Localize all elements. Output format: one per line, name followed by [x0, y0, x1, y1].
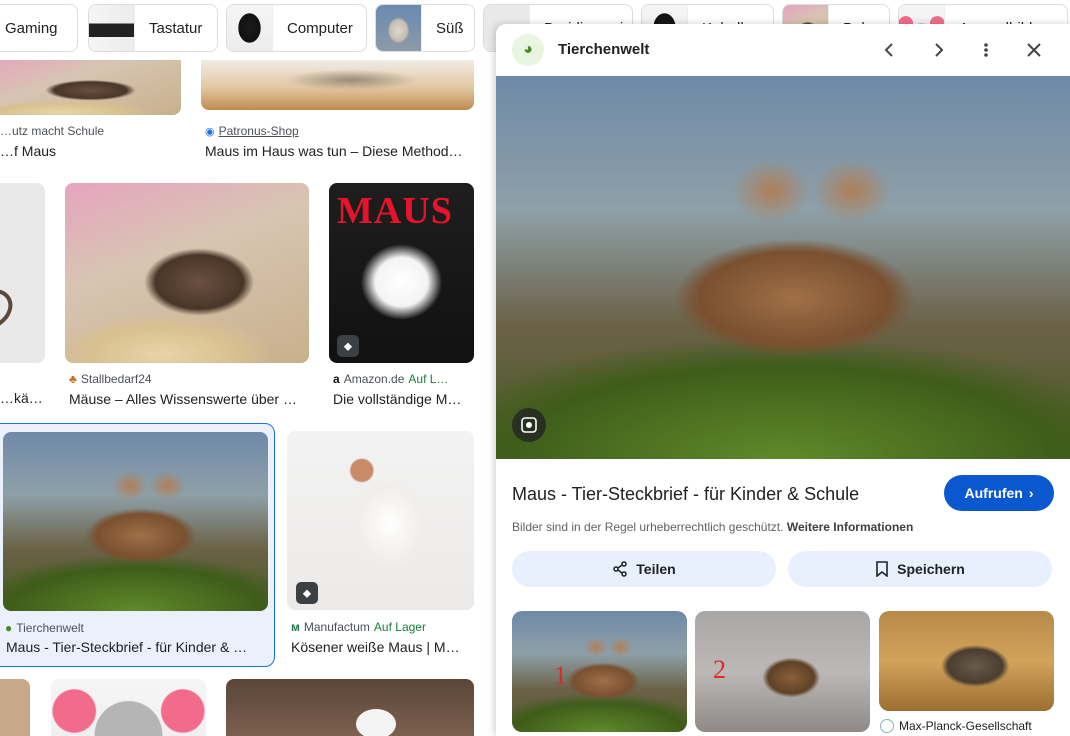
- result-source[interactable]: ◉ Patronus-Shop: [205, 124, 475, 138]
- preview-title[interactable]: Maus - Tier-Steckbrief - für Kinder & Sc…: [512, 484, 859, 505]
- chip-suess[interactable]: Süß: [375, 4, 475, 52]
- site-favicon-icon: ᴍ: [291, 620, 300, 634]
- site-favicon-icon: ♣: [69, 372, 77, 386]
- stock-status: Auf Lager: [373, 620, 426, 634]
- chevron-left-icon[interactable]: [876, 36, 904, 64]
- share-icon: [613, 561, 628, 577]
- result-image[interactable]: [65, 183, 309, 363]
- frog-favicon-icon: ◕: [512, 34, 544, 66]
- visit-button[interactable]: Aufrufen ›: [944, 475, 1054, 511]
- result-image[interactable]: [0, 679, 30, 736]
- chip-label: Tastatur: [149, 19, 203, 37]
- result-title[interactable]: Mäuse – Alles Wissenswerte über …: [69, 391, 309, 407]
- more-vert-icon[interactable]: [972, 36, 1000, 64]
- chip-tastatur[interactable]: Tastatur: [88, 4, 218, 52]
- location-pin-icon: ◉: [205, 125, 215, 138]
- source-name: …utz macht Schule: [0, 124, 105, 138]
- book-cover-title: MAUS: [337, 190, 453, 232]
- source-name: Patronus-Shop: [218, 124, 299, 138]
- site-favicon-icon: [880, 719, 894, 733]
- bookmark-icon: [876, 561, 888, 577]
- result-image[interactable]: [0, 183, 45, 363]
- result-source: ● Tierchenwelt: [5, 621, 265, 635]
- price-tag-icon: ⬥: [337, 335, 359, 357]
- share-label: Teilen: [636, 561, 676, 577]
- result-title[interactable]: Maus - Tier-Steckbrief - für Kinder & …: [6, 639, 261, 655]
- chip-label: Computer: [287, 19, 353, 37]
- chevron-right-icon: ›: [1028, 485, 1034, 501]
- chevron-right-icon[interactable]: [924, 36, 952, 64]
- chip-gaming[interactable]: Gaming: [0, 4, 78, 52]
- result-image[interactable]: [51, 679, 206, 736]
- source-name: Max-Planck-Gesellschaft: [899, 719, 1032, 733]
- result-source: a Amazon.de Auf L…: [333, 372, 474, 386]
- cable-illustration: [0, 289, 13, 326]
- selected-result-card[interactable]: ● Tierchenwelt Maus - Tier-Steckbrief - …: [0, 423, 275, 667]
- preview-image[interactable]: [496, 76, 1070, 459]
- source-name: Stallbedarf24: [80, 372, 152, 386]
- annotation-number: 1: [554, 661, 567, 690]
- source-name: Amazon.de: [343, 372, 405, 386]
- chip-computer[interactable]: Computer: [226, 4, 367, 52]
- price-tag-icon: ⬥: [296, 582, 318, 604]
- chip-thumbnail: [376, 5, 422, 51]
- result-title[interactable]: …käm…: [0, 390, 45, 406]
- chip-thumbnail: [89, 5, 135, 51]
- result-image[interactable]: [0, 60, 181, 115]
- result-image[interactable]: ⬥: [287, 431, 474, 610]
- panel-site-name[interactable]: Tierchenwelt: [558, 41, 649, 58]
- panel-header: ◕ Tierchenwelt: [496, 24, 1070, 76]
- copyright-notice: Bilder sind in der Regel urheberrechtlic…: [512, 520, 913, 534]
- result-source: ♣ Stallbedarf24: [69, 372, 309, 386]
- result-title[interactable]: Die vollständige M…: [333, 391, 474, 407]
- chip-label: Gaming: [5, 19, 58, 37]
- result-title[interactable]: Maus im Haus was tun – Diese Method…: [205, 143, 475, 159]
- related-image[interactable]: 1: [512, 611, 687, 732]
- result-image[interactable]: [3, 432, 268, 611]
- image-preview-panel: ◕ Tierchenwelt Maus - Tier-Steckbrief - …: [496, 24, 1070, 736]
- result-title[interactable]: Kösener weiße Maus | M…: [291, 639, 474, 655]
- save-button[interactable]: Speichern: [788, 551, 1052, 587]
- chip-label: Süß: [436, 19, 464, 37]
- result-title[interactable]: …f Maus: [0, 143, 180, 159]
- copyright-text: Bilder sind in der Regel urheberrechtlic…: [512, 520, 784, 534]
- related-image[interactable]: [879, 611, 1054, 711]
- more-info-link[interactable]: Weitere Informationen: [787, 520, 913, 534]
- related-image[interactable]: 2: [695, 611, 870, 732]
- result-source: …utz macht Schule: [0, 124, 180, 138]
- amazon-logo-icon: a: [333, 372, 340, 386]
- stock-status: Auf L…: [408, 372, 449, 386]
- white-mouse-figure: [356, 709, 396, 736]
- annotation-number: 2: [713, 655, 726, 684]
- result-image[interactable]: [201, 60, 474, 110]
- result-image[interactable]: [226, 679, 474, 736]
- related-source[interactable]: Max-Planck-Gesellschaft: [880, 719, 1032, 733]
- result-image[interactable]: MAUS ⬥: [329, 183, 474, 363]
- frog-favicon-icon: ●: [5, 621, 13, 635]
- chip-thumbnail: [227, 5, 273, 51]
- visit-button-label: Aufrufen: [964, 485, 1023, 501]
- source-name: Tierchenwelt: [16, 621, 84, 635]
- share-button[interactable]: Teilen: [512, 551, 776, 587]
- save-label: Speichern: [897, 561, 965, 577]
- source-name: Manufactum: [303, 620, 370, 634]
- close-icon[interactable]: [1020, 36, 1048, 64]
- result-source: ᴍ Manufactum Auf Lager: [291, 620, 474, 634]
- camera-lens-icon[interactable]: [512, 408, 546, 442]
